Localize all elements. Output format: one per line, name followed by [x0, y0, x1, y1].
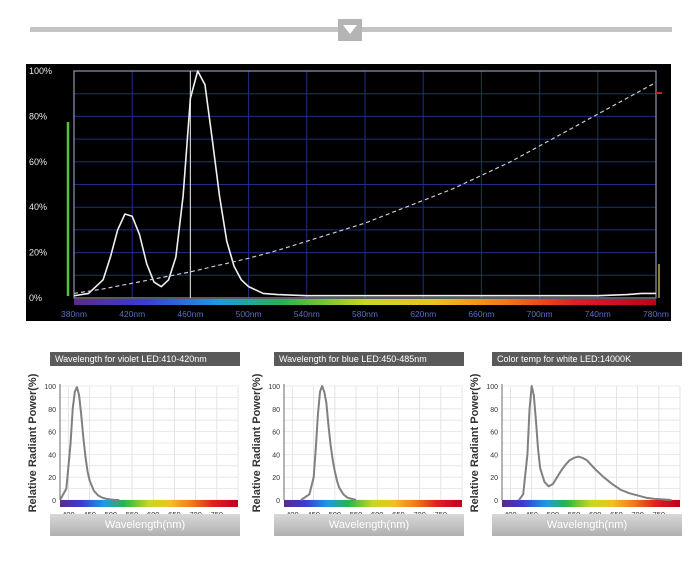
y-tick-label: 40%: [29, 202, 47, 212]
blue-led-plot: 020406080100400450500550600650700750: [268, 384, 463, 519]
y-tick-label: 100: [486, 384, 498, 391]
divider-badge: [338, 19, 362, 41]
x-tick-label: 460nm: [177, 309, 203, 319]
x-tick-label: 620nm: [410, 309, 436, 319]
x-tick-label: 660nm: [468, 309, 494, 319]
y-tick-label: 60: [272, 430, 280, 437]
spectrum-band: [284, 500, 462, 507]
spectrum-band: [74, 299, 656, 305]
x-tick-label: 700nm: [527, 309, 553, 319]
y-tick-label: 60: [48, 430, 56, 437]
y-tick-label: 20%: [29, 248, 47, 258]
y-tick-label: 80: [490, 407, 498, 414]
spectrum-chart: 0% 20% 40% 60% 80% 100% 380nm 420nm 460nm 500nm 54…: [29, 66, 669, 319]
x-tick-label: 420nm: [119, 309, 145, 319]
y-tick-label: 0: [494, 498, 498, 505]
x-axis-label: Wavelength(nm): [50, 514, 240, 536]
x-axis-label: Wavelength(nm): [492, 514, 682, 536]
y-tick-label: 20: [48, 475, 56, 482]
y-tick-label: 20: [272, 475, 280, 482]
chevron-down-icon: [343, 25, 357, 34]
spectrum-band: [502, 500, 680, 507]
y-tick-label: 80: [48, 407, 56, 414]
y-tick-label: 80: [272, 407, 280, 414]
y-tick-label: 60: [490, 430, 498, 437]
y-tick-label: 20: [490, 475, 498, 482]
spectrum-band: [60, 500, 238, 507]
y-tick-label: 100%: [29, 66, 52, 76]
y-tick-label: 100: [268, 384, 280, 391]
violet-led-chart: Wavelength for violet LED:410-420nm Rela…: [20, 348, 240, 538]
y-tick-label: 0: [52, 498, 56, 505]
violet-led-plot: 020406080100400450500550600650700750: [44, 384, 239, 519]
y-tick-label: 60%: [29, 157, 47, 167]
x-tick-label: 500nm: [236, 309, 262, 319]
x-tick-label: 580nm: [352, 309, 378, 319]
white-led-chart: Color temp for white LED:14000K Relative…: [462, 348, 682, 538]
y-tick-label: 100: [44, 384, 56, 391]
y-tick-label: 40: [272, 452, 280, 459]
y-tick-label: 40: [490, 452, 498, 459]
y-tick-label: 0%: [29, 293, 42, 303]
y-tick-label: 80%: [29, 111, 47, 121]
x-tick-label: 740nm: [585, 309, 611, 319]
x-tick-label: 380nm: [61, 309, 87, 319]
blue-led-chart: Wavelength for blue LED:450-485nm Relati…: [244, 348, 464, 538]
white-led-plot: 020406080100400450500550600650700750: [486, 384, 681, 519]
spectrum-chart-panel: 0% 20% 40% 60% 80% 100% 380nm 420nm 460nm 500nm 54…: [26, 64, 671, 321]
y-tick-label: 40: [48, 452, 56, 459]
y-tick-label: 0: [276, 498, 280, 505]
x-tick-label: 780nm: [643, 309, 669, 319]
x-axis-label: Wavelength(nm): [274, 514, 464, 536]
x-tick-label: 540nm: [294, 309, 320, 319]
